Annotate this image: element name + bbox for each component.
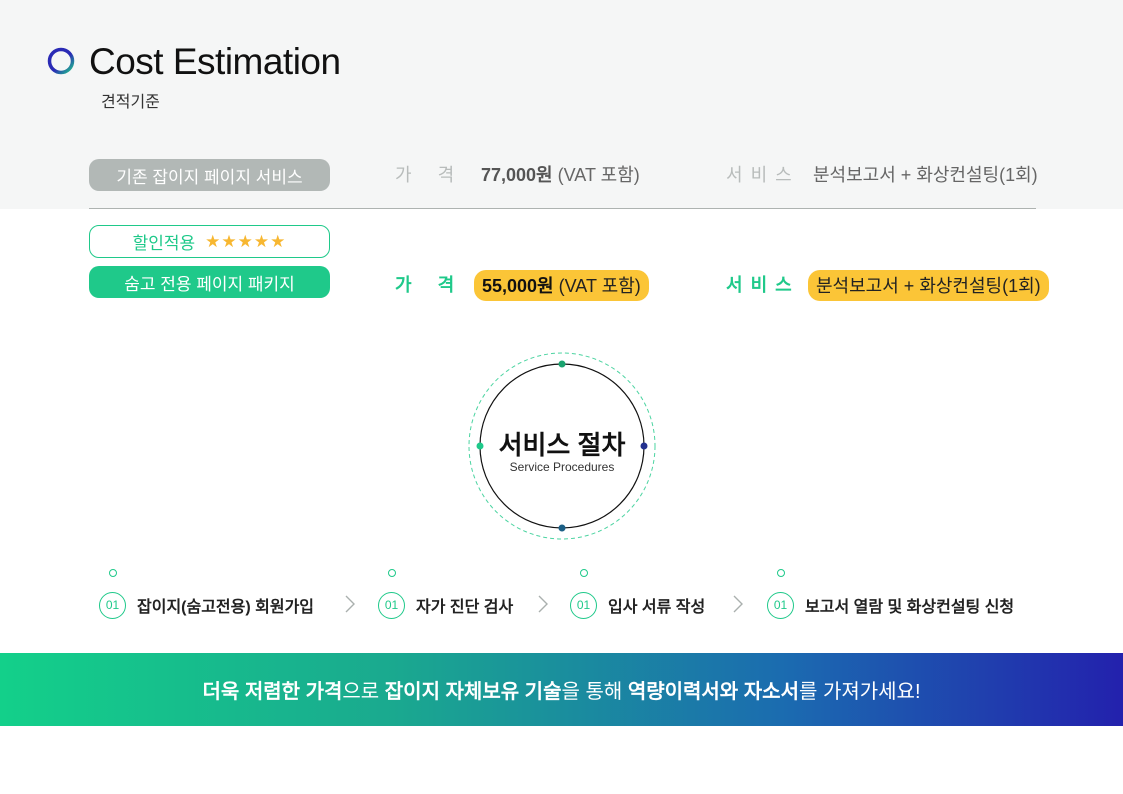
- discount-badge-label: 할인적용: [132, 234, 196, 253]
- discount-price-label: 가격: [395, 275, 455, 295]
- step-number: 01: [99, 591, 126, 619]
- chevron-right-icon: [733, 595, 743, 613]
- existing-service-value: 분석보고서 + 화상컨설팅(1회): [813, 165, 1038, 185]
- step-marker-dot: [777, 569, 785, 577]
- banner-text: 를 가져가세요!: [798, 681, 921, 703]
- step-label: 잡이지(숨고전용) 회원가입: [137, 599, 315, 616]
- page-title: Cost Estimation: [89, 41, 341, 82]
- step-marker-dot: [580, 569, 588, 577]
- step-number: 01: [378, 591, 405, 619]
- banner-text: 역량이력서와 자소서: [627, 681, 799, 703]
- step-3: 01 입사 서류 작성: [570, 590, 705, 620]
- step-marker-dot: [109, 569, 117, 577]
- page-subtitle: 견적기준: [101, 94, 160, 111]
- step-4: 01 보고서 열람 및 화상컨설팅 신청: [767, 590, 1014, 620]
- step-number: 01: [767, 591, 794, 619]
- chevron-right-icon: [538, 595, 548, 613]
- banner-text: 잡이지 자체보유 기술: [384, 681, 562, 703]
- existing-price-value: 77,000원 (VAT 포함): [481, 165, 640, 185]
- promo-banner: 더욱 저렴한 가격 으로 잡이지 자체보유 기술 을 통해 역량이력서와 자소서 를 …: [0, 653, 1123, 726]
- discount-service-label: 서비스: [726, 275, 792, 295]
- step-label: 입사 서류 작성: [608, 599, 706, 616]
- procedure-title: 서비스 절차: [498, 430, 626, 460]
- existing-service-label: 서비스: [726, 165, 792, 185]
- step-number: 01: [570, 591, 597, 619]
- step-2: 01 자가 진단 검사: [378, 590, 513, 620]
- discount-badge: 할인적용 ★★★★★: [89, 225, 330, 258]
- discount-service-value: 분석보고서 + 화상컨설팅(1회): [808, 270, 1049, 301]
- divider: [89, 208, 1036, 209]
- package-badge: 숨고 전용 페이지 패키지: [89, 266, 330, 298]
- existing-service-badge: 기존 잡이지 페이지 서비스: [89, 159, 330, 191]
- step-label: 자가 진단 검사: [416, 599, 514, 616]
- ring-icon: [47, 47, 75, 75]
- star-rating-icon: ★★★★★: [205, 231, 287, 251]
- step-label: 보고서 열람 및 화상컨설팅 신청: [805, 599, 1015, 616]
- banner-text: 을 통해: [561, 681, 628, 703]
- step-1: 01 잡이지(숨고전용) 회원가입: [99, 590, 314, 620]
- banner-text: 더욱 저렴한 가격: [202, 681, 343, 703]
- chevron-right-icon: [345, 595, 355, 613]
- discount-price-value: 55,000원 (VAT 포함): [474, 270, 649, 301]
- procedure-subtitle: Service Procedures: [509, 460, 615, 474]
- existing-price-label: 가격: [395, 165, 455, 185]
- step-marker-dot: [388, 569, 396, 577]
- banner-text: 으로: [342, 681, 385, 703]
